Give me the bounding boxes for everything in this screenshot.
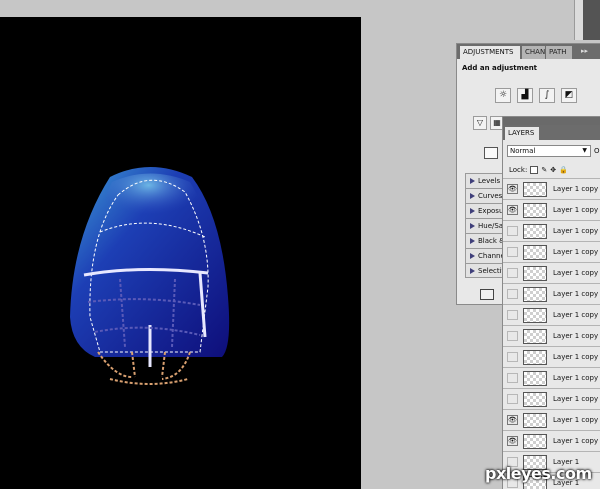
adjustments-title: Add an adjustment <box>462 64 538 72</box>
visibility-eye-icon[interactable]: 👁 <box>507 436 518 446</box>
layer-name: Layer 1 copy 1 <box>553 395 600 403</box>
brightness-icon[interactable]: ☼ <box>495 88 511 103</box>
lock-transparency-icon[interactable] <box>530 166 539 174</box>
layer-thumbnail <box>523 371 547 386</box>
layers-tabbar: LAYERS <box>503 125 600 140</box>
watermark: pxleyes.com <box>485 464 592 483</box>
layer-name: Layer 1 copy <box>553 290 599 298</box>
layer-name: Layer 1 copy 4 <box>553 206 600 214</box>
levels-icon[interactable]: ▟ <box>517 88 533 103</box>
layer-name: Layer 1 copy 6 <box>553 437 600 445</box>
layer-row[interactable]: 👁 Layer 1 copy 4 <box>503 199 600 220</box>
layer-name: Layer 1 copy 1 <box>553 374 600 382</box>
visibility-eye-icon[interactable] <box>507 373 518 383</box>
adjustment-icons-row2: ▽ ▦ <box>473 116 504 130</box>
layer-row[interactable]: 👁 Layer 1 copy 5 <box>503 409 600 430</box>
visibility-eye-icon[interactable]: 👁 <box>507 415 518 425</box>
layer-name: Layer 1 copy 3 <box>553 227 600 235</box>
expand-triangle-icon <box>470 193 475 199</box>
layer-row[interactable]: Layer 1 copy 3 <box>503 220 600 241</box>
visibility-eye-icon[interactable] <box>507 310 518 320</box>
expand-triangle-icon <box>470 253 475 259</box>
clip-to-layer-icon[interactable] <box>484 147 498 159</box>
layer-row[interactable]: Layer 1 copy 7 <box>503 346 600 367</box>
layer-name: Layer 1 copy 5 <box>553 416 600 424</box>
layer-thumbnail <box>523 329 547 344</box>
return-to-list-icon[interactable] <box>480 289 494 300</box>
layers-list: 👁 Layer 1 copy 1 👁 Layer 1 copy 4 Layer 1 … <box>503 178 600 489</box>
layer-name: Layer 1 copy 5 <box>553 269 600 277</box>
expand-triangle-icon <box>470 223 475 229</box>
visibility-eye-icon[interactable] <box>507 289 518 299</box>
visibility-eye-icon[interactable] <box>507 226 518 236</box>
layer-thumbnail <box>523 182 547 197</box>
layer-name: Layer 1 copy 1 <box>553 311 600 319</box>
tab-adjustments[interactable]: ADJUSTMENTS <box>460 46 520 59</box>
expand-triangle-icon <box>470 238 475 244</box>
layers-panel: LAYERS Normal ▼ Op Lock: ✎ ✥ 🔒 👁 Layer 1 … <box>502 116 600 489</box>
visibility-eye-icon[interactable]: 👁 <box>507 205 518 215</box>
layer-row[interactable]: Layer 1 copy 1 <box>503 388 600 409</box>
layer-name: Layer 1 copy 1 <box>553 185 600 193</box>
exposure-icon[interactable]: ◩ <box>561 88 577 103</box>
layer-name: Layer 1 copy 7 <box>553 353 600 361</box>
layer-thumbnail <box>523 224 547 239</box>
layer-thumbnail <box>523 308 547 323</box>
lock-label: Lock: <box>509 166 528 174</box>
layer-row[interactable]: Layer 1 copy 1 <box>503 304 600 325</box>
layer-thumbnail <box>523 434 547 449</box>
expand-triangle-icon <box>470 268 475 274</box>
document-canvas[interactable] <box>0 17 361 489</box>
chevron-down-icon: ▼ <box>582 147 587 154</box>
layer-thumbnail <box>523 413 547 428</box>
layers-panel-header[interactable] <box>503 117 600 125</box>
layer-row[interactable]: 👁 Layer 1 copy 1 <box>503 178 600 199</box>
curves-icon[interactable]: ∫ <box>539 88 555 103</box>
tab-channels[interactable]: CHAN <box>522 46 545 59</box>
expand-triangle-icon <box>470 178 475 184</box>
layer-thumbnail <box>523 266 547 281</box>
layer-thumbnail <box>523 245 547 260</box>
opacity-label: Op <box>594 147 600 155</box>
tab-paths[interactable]: PATH <box>546 46 572 59</box>
adjustments-tabbar: ADJUSTMENTS CHAN PATH ▸▸ <box>457 44 600 59</box>
layer-thumbnail <box>523 392 547 407</box>
layer-name: Layer 1 copy 6 <box>553 332 600 340</box>
expand-triangle-icon <box>470 208 475 214</box>
visibility-eye-icon[interactable] <box>507 247 518 257</box>
helmet-artwork <box>70 167 230 385</box>
layer-row[interactable]: Layer 1 copy 1 <box>503 367 600 388</box>
adjustment-icons-row1: ☼ ▟ ∫ ◩ <box>495 88 577 103</box>
panel-menu-icon[interactable]: ▸▸ <box>581 47 588 55</box>
layer-row[interactable]: Layer 1 copy 6 <box>503 325 600 346</box>
layer-thumbnail <box>523 287 547 302</box>
layer-thumbnail <box>523 203 547 218</box>
visibility-eye-icon[interactable] <box>507 331 518 341</box>
lock-position-icon[interactable]: ✥ <box>550 166 556 174</box>
lock-all-icon[interactable]: 🔒 <box>559 166 568 174</box>
vibrance-icon[interactable]: ▽ <box>473 116 487 130</box>
visibility-eye-icon[interactable] <box>507 268 518 278</box>
scrollbar-strip[interactable] <box>574 0 600 40</box>
layer-name: Layer 1 copy 2 <box>553 248 600 256</box>
layer-row[interactable]: Layer 1 copy 5 <box>503 262 600 283</box>
layer-row[interactable]: Layer 1 copy 2 <box>503 241 600 262</box>
visibility-eye-icon[interactable] <box>507 394 518 404</box>
visibility-eye-icon[interactable]: 👁 <box>507 184 518 194</box>
lock-pixels-icon[interactable]: ✎ <box>541 166 547 174</box>
tab-layers[interactable]: LAYERS <box>505 127 539 140</box>
scrollbar-thumb[interactable] <box>583 0 600 40</box>
layer-row[interactable]: Layer 1 copy <box>503 283 600 304</box>
layer-thumbnail <box>523 350 547 365</box>
lock-row: Lock: ✎ ✥ 🔒 <box>509 166 568 174</box>
visibility-eye-icon[interactable] <box>507 352 518 362</box>
layer-row[interactable]: 👁 Layer 1 copy 6 <box>503 430 600 451</box>
blend-mode-select[interactable]: Normal ▼ <box>507 145 591 157</box>
